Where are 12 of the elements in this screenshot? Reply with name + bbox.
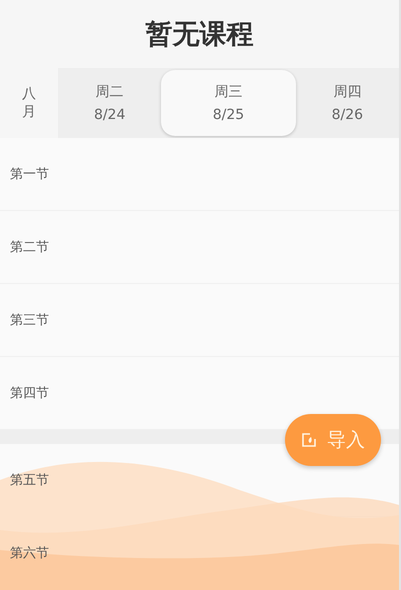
period-label: 第六节 bbox=[10, 545, 49, 562]
page-title: 暂无课程 bbox=[144, 18, 254, 52]
period-label: 第四节 bbox=[10, 385, 49, 402]
import-icon bbox=[301, 432, 317, 448]
day-tab[interactable]: 周二 8/24 bbox=[58, 68, 162, 138]
day-tab[interactable]: 周四 8/26 bbox=[296, 68, 399, 138]
month-label: 八月 bbox=[22, 84, 36, 121]
period-label: 第五节 bbox=[10, 472, 49, 489]
period-label: 第二节 bbox=[10, 239, 49, 256]
day-tab[interactable]: 周三 8/25 bbox=[161, 70, 296, 136]
period-label: 第三节 bbox=[10, 312, 49, 329]
period-label: 第一节 bbox=[10, 166, 49, 183]
